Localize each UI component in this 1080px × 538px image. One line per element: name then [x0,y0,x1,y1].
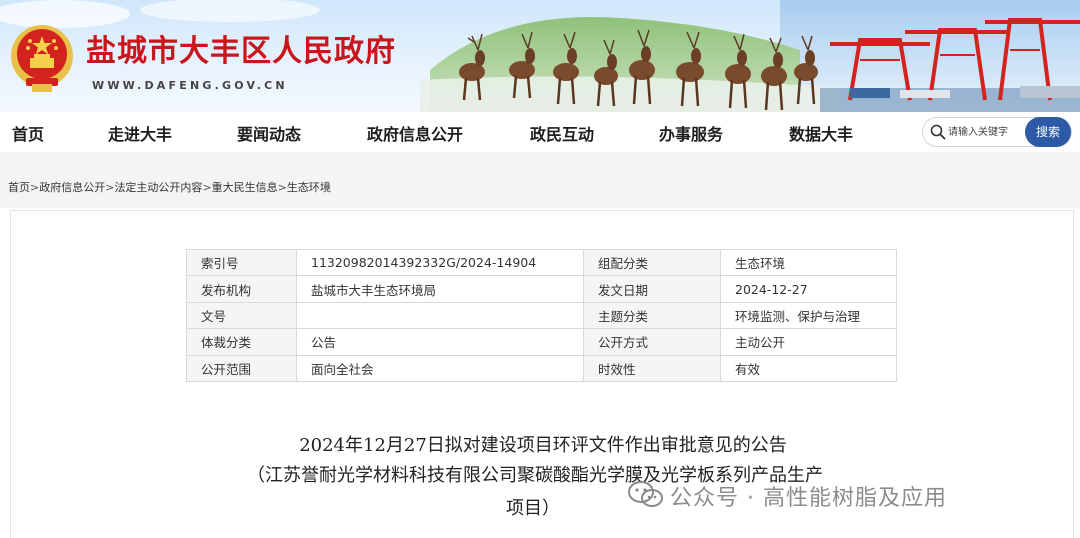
table-row: 公开范围 面向全社会 时效性 有效 [186,354,897,382]
metadata-table: 索引号 11320982014392332G/2024-14904 组配分类 生… [186,248,897,382]
nav-item-gov-info[interactable]: 政府信息公开 [367,121,463,145]
wechat-icon [628,481,663,507]
meta-key-topic: 主题分类 [583,301,721,330]
meta-key-category: 组配分类 [583,248,721,277]
site-banner: 盐城市大丰区人民政府 WWW.DAFENG.GOV.CN [0,0,1080,112]
watermark-text: 公众号 · 高性能树脂及应用 [670,486,947,511]
table-row: 文号 主题分类 环境监测、保护与治理 [186,301,897,330]
search-icon [930,124,946,140]
meta-key-disclosure-mode: 公开方式 [583,328,721,356]
nav-item-news[interactable]: 要闻动态 [237,121,301,145]
table-row: 发布机构 盐城市大丰生态环境局 发文日期 2024-12-27 [186,275,897,303]
site-title[interactable]: 盐城市大丰区人民政府 [86,26,396,70]
meta-key-date: 发文日期 [583,275,721,303]
meta-key-scope: 公开范围 [186,354,297,382]
meta-value-scope: 面向全社会 [296,354,584,382]
meta-value-index: 11320982014392332G/2024-14904 [296,248,584,277]
breadcrumb-item-home[interactable]: 首页 [8,181,30,194]
meta-value-topic: 环境监测、保护与治理 [720,301,897,330]
site-domain: WWW.DAFENG.GOV.CN [92,79,288,92]
meta-value-genre: 公告 [296,328,584,356]
breadcrumb: 首页>政府信息公开>法定主动公开内容>重大民生信息>生态环境 [8,179,331,195]
breadcrumb-separator: > [30,181,40,194]
breadcrumb-bar: 首页>政府信息公开>法定主动公开内容>重大民生信息>生态环境 [0,152,1080,208]
nav-item-home[interactable]: 首页 [12,121,44,145]
search-button[interactable]: 搜索 [1025,117,1071,147]
breadcrumb-separator: > [202,181,212,194]
nav-item-about[interactable]: 走进大丰 [108,121,172,145]
main-nav: 首页 走进大丰 要闻动态 政府信息公开 政民互动 办事服务 数据大丰 [0,112,1080,152]
breadcrumb-item-ecology[interactable]: 生态环境 [287,181,331,194]
meta-key-publisher: 发布机构 [186,275,297,303]
breadcrumb-item-statutory[interactable]: 法定主动公开内容 [114,181,202,194]
search-box: 搜索 [922,117,1072,147]
meta-key-validity: 时效性 [583,354,721,382]
meta-value-category: 生态环境 [720,248,897,277]
meta-value-date: 2024-12-27 [720,275,897,303]
nav-item-interaction[interactable]: 政民互动 [530,121,594,145]
meta-value-publisher: 盐城市大丰生态环境局 [296,275,584,303]
table-row: 索引号 11320982014392332G/2024-14904 组配分类 生… [186,248,897,277]
meta-key-genre: 体裁分类 [186,328,297,356]
nav-item-services[interactable]: 办事服务 [659,121,723,145]
meta-key-index: 索引号 [186,248,297,277]
meta-value-doc-number [296,301,584,330]
document-title-line-1: 2024年12月27日拟对建设项目环评文件作出审批意见的公告 [299,435,787,456]
meta-value-validity: 有效 [720,354,897,382]
search-input[interactable] [948,122,1026,142]
breadcrumb-item-livelihood[interactable]: 重大民生信息 [212,181,278,194]
meta-value-disclosure-mode: 主动公开 [720,328,897,356]
national-emblem-icon [11,25,73,92]
meta-key-doc-number: 文号 [186,301,297,330]
table-row: 体裁分类 公告 公开方式 主动公开 [186,328,897,356]
breadcrumb-item-gov-info[interactable]: 政府信息公开 [39,181,105,194]
breadcrumb-separator: > [277,181,287,194]
nav-item-data[interactable]: 数据大丰 [789,121,853,145]
